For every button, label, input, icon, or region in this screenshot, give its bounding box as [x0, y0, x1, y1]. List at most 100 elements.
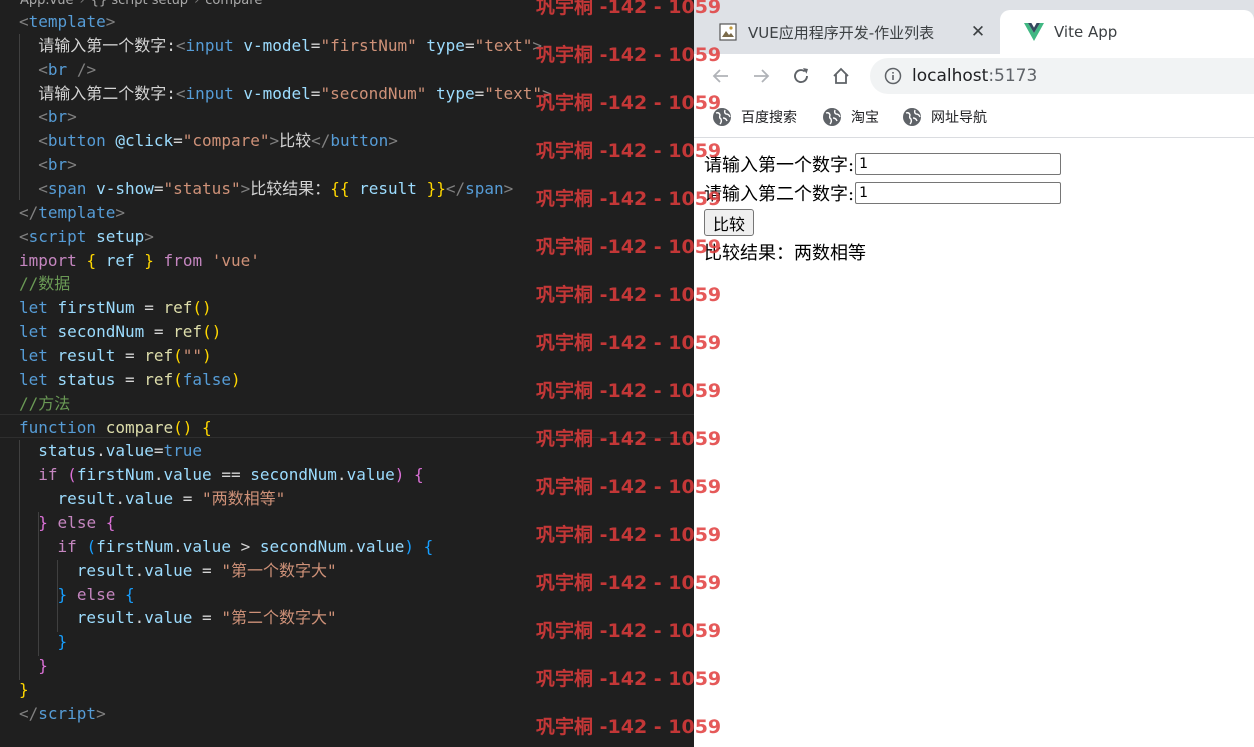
code-token: "text" — [474, 35, 533, 55]
code-line: <script setup> — [19, 225, 552, 249]
code-token: { — [414, 465, 424, 485]
code-token: {{ — [330, 179, 350, 199]
code-token: "第二个数字大" — [221, 608, 337, 628]
code-token: { — [124, 584, 135, 604]
address-bar[interactable]: localhost:5173 — [870, 58, 1254, 94]
bookmark-taobao[interactable]: 淘宝 — [822, 107, 879, 127]
tab-vite-app[interactable]: Vite App — [1000, 10, 1254, 54]
code-token: ref — [105, 250, 135, 270]
code-line: //方法 — [19, 392, 552, 416]
code-token: . — [96, 441, 106, 461]
first-number-input[interactable] — [855, 153, 1062, 175]
code-token: { — [105, 513, 116, 533]
close-tab-icon[interactable]: ✕ — [968, 22, 988, 42]
code-token: ) — [202, 346, 212, 366]
code-token: = — [144, 322, 174, 342]
code-content[interactable]: <template> 请输入第一个数字:<input v-model="firs… — [19, 10, 552, 726]
code-token: secondNum — [259, 536, 347, 556]
code-token: v-model — [243, 83, 311, 103]
code-token: firstNum — [57, 298, 135, 318]
code-token: value — [144, 608, 193, 628]
tab-title: Vite App — [1054, 23, 1118, 41]
code-token: < — [19, 226, 29, 246]
code-line: } else { — [19, 583, 552, 607]
code-token: } — [144, 250, 154, 270]
code-line: 请输入第一个数字:<input v-model="firstNum" type=… — [19, 34, 552, 58]
code-token: result — [76, 608, 135, 628]
code-token: } — [57, 632, 68, 652]
code-token: = — [192, 560, 222, 580]
url-text: localhost:5173 — [912, 66, 1037, 86]
reload-icon — [794, 68, 808, 83]
compare-button[interactable]: 比较 — [704, 209, 755, 236]
back-button[interactable] — [708, 63, 734, 89]
code-token: "secondNum" — [320, 83, 427, 103]
code-token: > — [388, 131, 398, 151]
code-token: ( — [86, 536, 97, 556]
code-token: value — [124, 489, 174, 509]
home-button[interactable] — [828, 63, 854, 89]
code-token: > — [96, 703, 106, 723]
code-line: } — [19, 678, 552, 702]
url-port: :5173 — [988, 66, 1038, 86]
vue-logo-icon — [1024, 22, 1044, 42]
code-line: <br> — [19, 105, 552, 129]
breadcrumb-block[interactable]: {} script setup — [91, 0, 188, 8]
code-token: ) — [404, 536, 415, 556]
second-number-input[interactable] — [855, 182, 1062, 204]
code-token: { — [202, 417, 212, 437]
breadcrumb-file[interactable]: App.vue — [20, 0, 73, 8]
code-line: <br> — [19, 153, 552, 177]
url-host: localhost — [912, 66, 989, 86]
code-token: result — [57, 346, 116, 366]
result-prefix: 比较结果： — [704, 243, 794, 264]
arrow-right-icon — [754, 69, 770, 83]
code-token: ) — [394, 465, 405, 485]
reload-button[interactable] — [788, 63, 814, 89]
code-editor[interactable]: App.vue ›{} script setup › compare <templat… — [0, 0, 694, 747]
code-token: ref — [163, 298, 193, 318]
tab-strip: VUE应用程序开发-作业列表 ✕ Vite App — [694, 0, 1254, 54]
result-value: 两数相等 — [794, 243, 866, 264]
bookmark-baidu[interactable]: 百度搜索 — [712, 107, 797, 127]
code-token: firstNum — [76, 465, 154, 485]
code-line: //数据 — [19, 272, 552, 296]
code-token: </ — [19, 202, 39, 222]
first-number-row: 请输入第一个数字: — [704, 151, 1062, 177]
code-line: } else { — [19, 511, 552, 535]
tab-homework-list[interactable]: VUE应用程序开发-作业列表 ✕ — [694, 10, 1000, 54]
code-token: > — [240, 179, 251, 199]
code-token: . — [115, 489, 125, 509]
code-token: let — [19, 369, 48, 389]
bookmark-nav[interactable]: 网址导航 — [902, 107, 987, 127]
code-token: "" — [182, 346, 203, 366]
code-token: span — [47, 179, 87, 199]
code-token: </ — [19, 703, 39, 723]
code-token: v-show — [96, 179, 154, 199]
breadcrumb-symbol[interactable]: compare — [205, 0, 262, 8]
code-token: v-model — [243, 35, 311, 55]
code-token: > — [269, 131, 280, 151]
forward-button[interactable] — [748, 63, 774, 89]
code-token: status — [57, 369, 116, 389]
code-line: <br /> — [19, 58, 552, 82]
code-token: < — [175, 83, 186, 103]
code-token: = — [153, 441, 164, 461]
